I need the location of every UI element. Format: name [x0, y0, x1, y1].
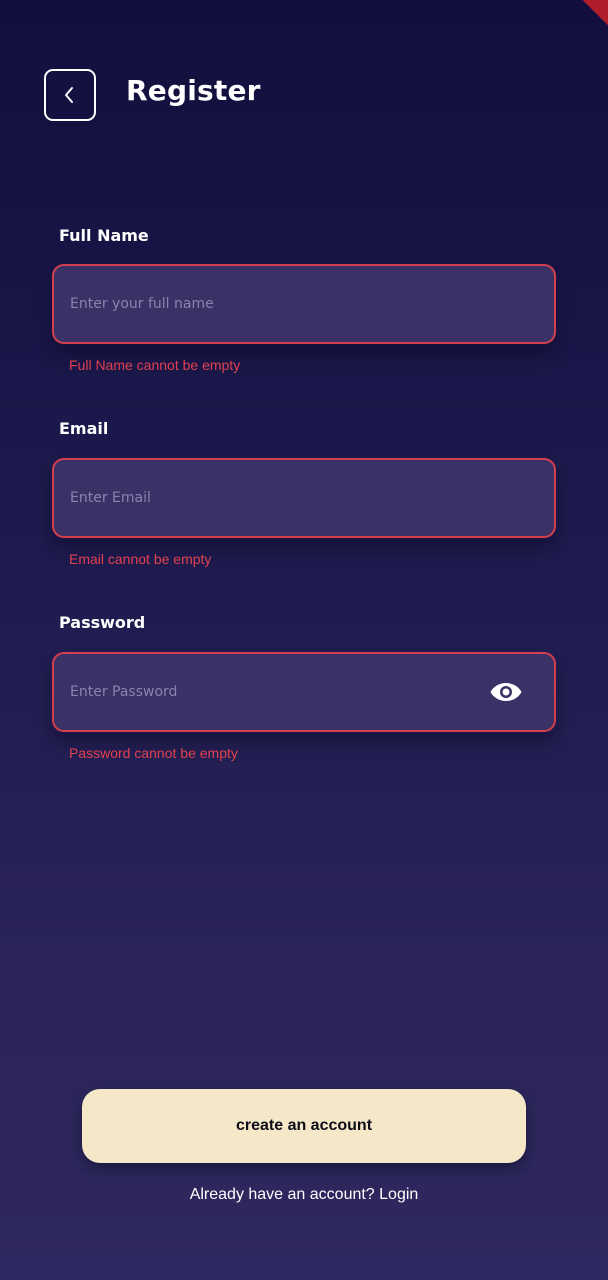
password-input[interactable]: [54, 654, 488, 730]
email-field[interactable]: [52, 458, 556, 538]
password-field[interactable]: [52, 652, 556, 732]
chevron-left-icon: [65, 87, 73, 103]
full-name-input[interactable]: [54, 266, 554, 342]
password-error: Password cannot be empty: [69, 745, 238, 761]
password-label: Password: [59, 613, 146, 632]
back-button[interactable]: [44, 69, 96, 121]
debug-banner: [544, 0, 608, 47]
full-name-label: Full Name: [59, 226, 149, 245]
create-account-button[interactable]: create an account: [82, 1089, 526, 1163]
eye-icon: [490, 683, 522, 701]
email-error: Email cannot be empty: [69, 551, 212, 567]
full-name-field[interactable]: [52, 264, 556, 344]
login-link[interactable]: Already have an account? Login: [0, 1186, 608, 1204]
password-visibility-toggle[interactable]: [488, 674, 524, 710]
email-label: Email: [59, 419, 109, 438]
full-name-error: Full Name cannot be empty: [69, 357, 241, 373]
email-input[interactable]: [54, 460, 554, 536]
page-title: Register: [126, 74, 261, 107]
